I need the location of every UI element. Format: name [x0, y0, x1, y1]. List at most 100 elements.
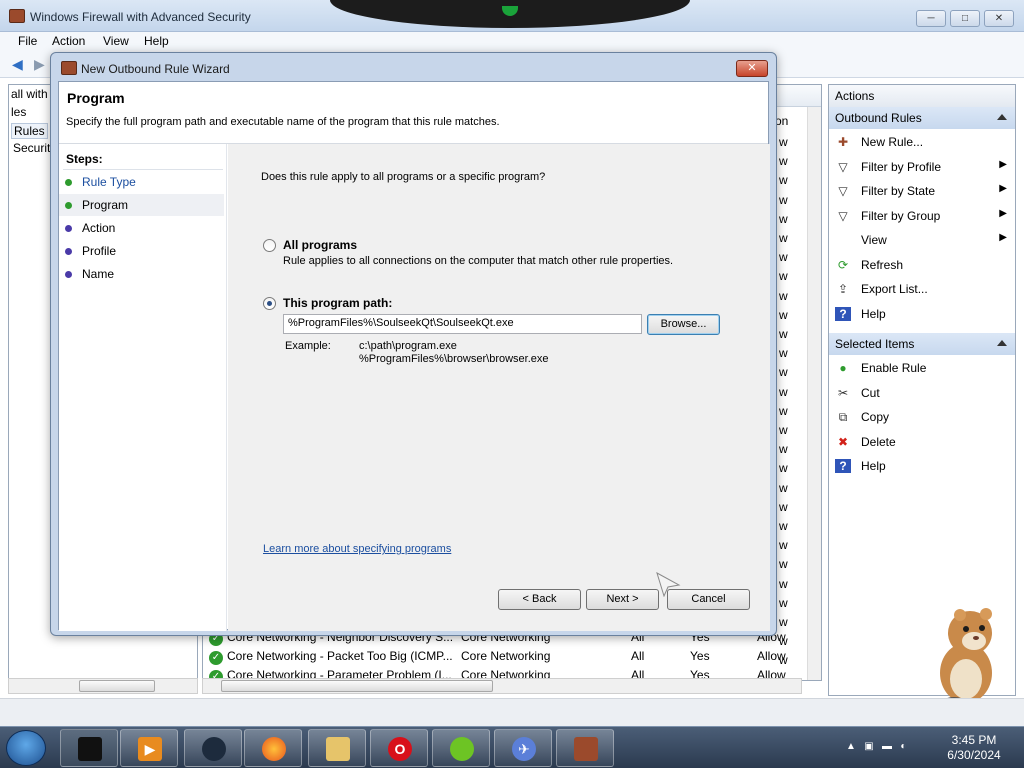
- back-button[interactable]: < Back: [498, 589, 581, 610]
- list-vertical-scrollbar[interactable]: [807, 107, 821, 680]
- taskbar-terminal[interactable]: [60, 729, 118, 767]
- taskbar-media-player[interactable]: ▶: [120, 729, 178, 767]
- tree-item[interactable]: Securit: [13, 141, 50, 155]
- step-action[interactable]: Action: [59, 217, 224, 239]
- app-icon: [450, 737, 474, 761]
- action-item-export-list[interactable]: ⇪ Export List...: [829, 278, 1015, 300]
- row-partial-value: w: [779, 269, 788, 284]
- step-status-icon: [65, 202, 72, 209]
- this-program-radio[interactable]: [263, 297, 276, 310]
- step-label: Rule Type: [82, 175, 136, 189]
- row-name: Core Networking - Packet Too Big (ICMP..…: [227, 649, 453, 663]
- taskbar-firefox[interactable]: [244, 729, 302, 767]
- submenu-arrow-icon: ▶: [999, 232, 1007, 243]
- row-partial-value: w: [779, 327, 788, 341]
- tree-item[interactable]: all with: [11, 87, 48, 101]
- system-tray[interactable]: ▲ ▣ ▬ ◐: [846, 741, 906, 752]
- step-program[interactable]: Program: [59, 194, 224, 216]
- menu-file[interactable]: File: [18, 34, 37, 48]
- list-horizontal-scrollbar[interactable]: [202, 678, 802, 694]
- minimize-button[interactable]: ─: [916, 10, 946, 27]
- action-item-filter-by-profile[interactable]: ▽ Filter by Profile ▶: [829, 156, 1015, 178]
- row-action: Allow: [757, 649, 786, 663]
- action-item-cut[interactable]: ✂ Cut: [829, 382, 1015, 404]
- export-icon: ⇪: [837, 282, 849, 296]
- tree-horizontal-scrollbar[interactable]: [8, 678, 198, 694]
- step-name[interactable]: Name: [59, 263, 224, 285]
- step-rule-type[interactable]: Rule Type: [59, 171, 224, 193]
- back-arrow-icon[interactable]: ◀: [12, 57, 28, 71]
- actions-section-selected-items[interactable]: Selected Items: [829, 333, 1015, 355]
- learn-more-link[interactable]: Learn more about specifying programs: [263, 543, 451, 555]
- step-status-icon: [65, 248, 72, 255]
- row-partial-value: w: [779, 595, 788, 610]
- action-item-label: Refresh: [861, 257, 904, 272]
- action-item-view[interactable]: View ▶: [829, 229, 1015, 251]
- row-partial-value: w: [779, 403, 788, 418]
- step-status-icon: [65, 179, 72, 186]
- submenu-arrow-icon: ▶: [999, 158, 1007, 170]
- browse-button[interactable]: Browse...: [647, 314, 720, 335]
- action-item-new-rule[interactable]: ✚ New Rule...: [829, 131, 1015, 153]
- hamster-mascot-image: [940, 608, 992, 705]
- step-label: Action: [82, 221, 116, 235]
- taskbar-opera[interactable]: O: [370, 729, 428, 767]
- this-program-label[interactable]: This program path:: [283, 296, 392, 310]
- clock-time: 3:45 PM: [951, 733, 997, 747]
- step-profile[interactable]: Profile: [59, 240, 224, 262]
- action-item-enable-rule[interactable]: ● Enable Rule: [829, 357, 1015, 379]
- taskbar-app-dark[interactable]: [184, 729, 242, 767]
- section-label: Outbound Rules: [835, 111, 922, 125]
- step-status-icon: [65, 225, 72, 232]
- forward-arrow-icon[interactable]: ▶: [34, 57, 50, 71]
- column-header[interactable]: on: [775, 114, 788, 128]
- step-label: Profile: [82, 244, 117, 258]
- collapse-icon[interactable]: [997, 340, 1007, 346]
- next-button[interactable]: Next >: [586, 589, 659, 610]
- action-item-filter-by-state[interactable]: ▽ Filter by State ▶: [829, 180, 1015, 202]
- program-path-input[interactable]: %ProgramFiles%\SoulseekQt\SoulseekQt.exe: [283, 314, 642, 334]
- section-label: Selected Items: [835, 337, 915, 351]
- taskbar-app-green[interactable]: [432, 729, 490, 767]
- action-item-copy[interactable]: ⧉ Copy: [829, 406, 1015, 428]
- action-item-help[interactable]: ? Help: [829, 303, 1015, 325]
- wizard-content: Does this rule apply to all programs or …: [228, 144, 770, 631]
- taskbar-explorer[interactable]: [308, 729, 366, 767]
- row-partial-value: w: [779, 192, 788, 207]
- menu-help[interactable]: Help: [144, 34, 169, 48]
- tree-item[interactable]: les: [11, 105, 26, 119]
- collapse-icon[interactable]: [997, 114, 1007, 120]
- media-player-icon: ▶: [138, 737, 162, 761]
- table-row[interactable]: ✓ Core Networking - Packet Too Big (ICMP…: [203, 647, 803, 666]
- firewall-app-icon: [9, 9, 25, 23]
- action-item-label: Filter by Group: [861, 208, 941, 223]
- row-profile: All: [631, 649, 645, 663]
- all-programs-radio[interactable]: [263, 239, 276, 252]
- clock[interactable]: 3:45 PM 6/30/2024: [934, 733, 1014, 763]
- maximize-button[interactable]: □: [950, 10, 980, 27]
- menu-view[interactable]: View: [103, 34, 129, 48]
- action-item-filter-by-group[interactable]: ▽ Filter by Group ▶: [829, 205, 1015, 227]
- all-programs-label[interactable]: All programs: [283, 238, 357, 252]
- app-icon: [202, 737, 226, 761]
- menu-action[interactable]: Action: [52, 34, 85, 48]
- action-item-refresh[interactable]: ⟳ Refresh: [829, 254, 1015, 276]
- row-partial-value: w: [779, 231, 788, 245]
- row-partial-value: w: [779, 384, 788, 399]
- start-button[interactable]: [6, 730, 46, 766]
- taskbar-soulseek[interactable]: ✈: [494, 729, 552, 767]
- taskbar-firewall[interactable]: [556, 729, 614, 767]
- dialog-close-button[interactable]: ✕: [736, 60, 768, 77]
- step-status-icon: [65, 271, 72, 278]
- close-button[interactable]: ✕: [984, 10, 1014, 27]
- action-item-label: New Rule...: [861, 135, 924, 149]
- action-item-delete[interactable]: ✖ Delete: [829, 431, 1015, 453]
- tree-item-selected[interactable]: Rules: [11, 123, 48, 139]
- clock-date: 6/30/2024: [947, 748, 1001, 762]
- actions-section-outbound-rules[interactable]: Outbound Rules: [829, 107, 1015, 129]
- row-partial-value: w: [779, 461, 788, 476]
- main-title-bar: Windows Firewall with Advanced Security …: [0, 0, 1024, 32]
- action-item-help[interactable]: ? Help: [829, 455, 1015, 477]
- row-partial-value: w: [779, 576, 788, 591]
- row-partial-value: w: [779, 442, 788, 457]
